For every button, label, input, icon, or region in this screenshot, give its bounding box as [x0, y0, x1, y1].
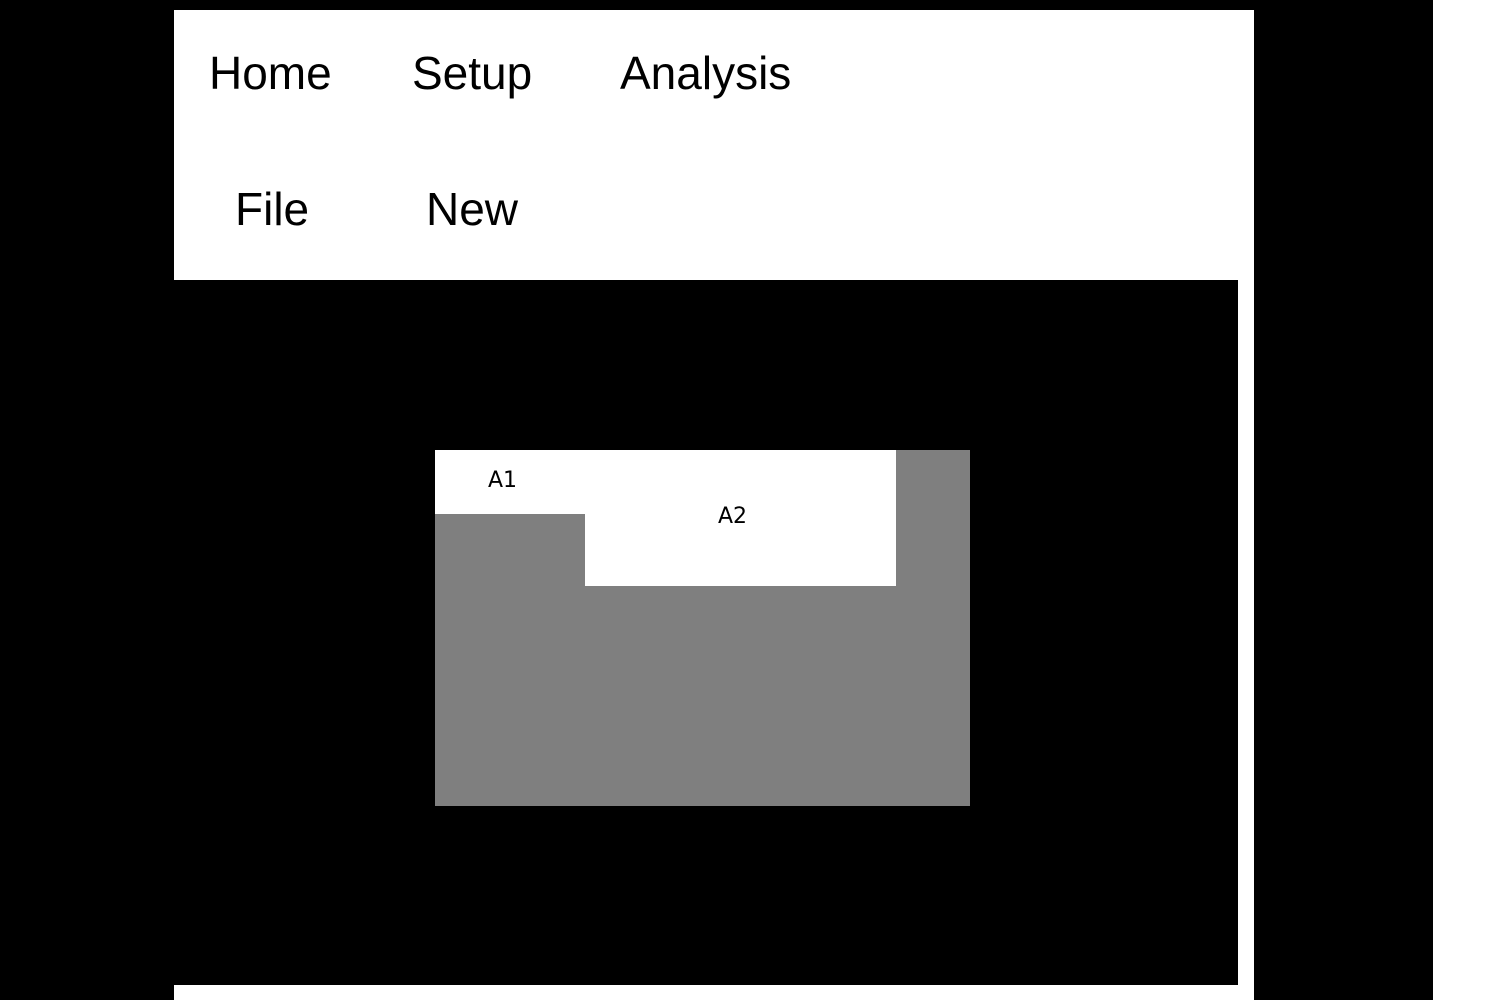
menu-file[interactable]: File: [235, 186, 309, 232]
sub-menu-bar: File New: [174, 186, 1254, 246]
app-window: Home Setup Analysis File New A1 A2: [174, 10, 1254, 1000]
menu-new[interactable]: New: [426, 186, 518, 232]
drawing-canvas[interactable]: A1 A2: [174, 280, 1238, 985]
region-a1[interactable]: A1: [435, 450, 585, 514]
top-menu-bar: Home Setup Analysis: [174, 50, 1254, 110]
region-a2-label: A2: [718, 504, 748, 529]
menu-analysis[interactable]: Analysis: [620, 50, 791, 96]
menu-setup[interactable]: Setup: [412, 50, 532, 96]
region-a2[interactable]: A2: [585, 450, 896, 586]
region-a1-label: A1: [488, 468, 518, 493]
grey-block[interactable]: A1 A2: [435, 450, 970, 806]
right-margin: [1433, 0, 1500, 1000]
menu-home[interactable]: Home: [209, 50, 332, 96]
